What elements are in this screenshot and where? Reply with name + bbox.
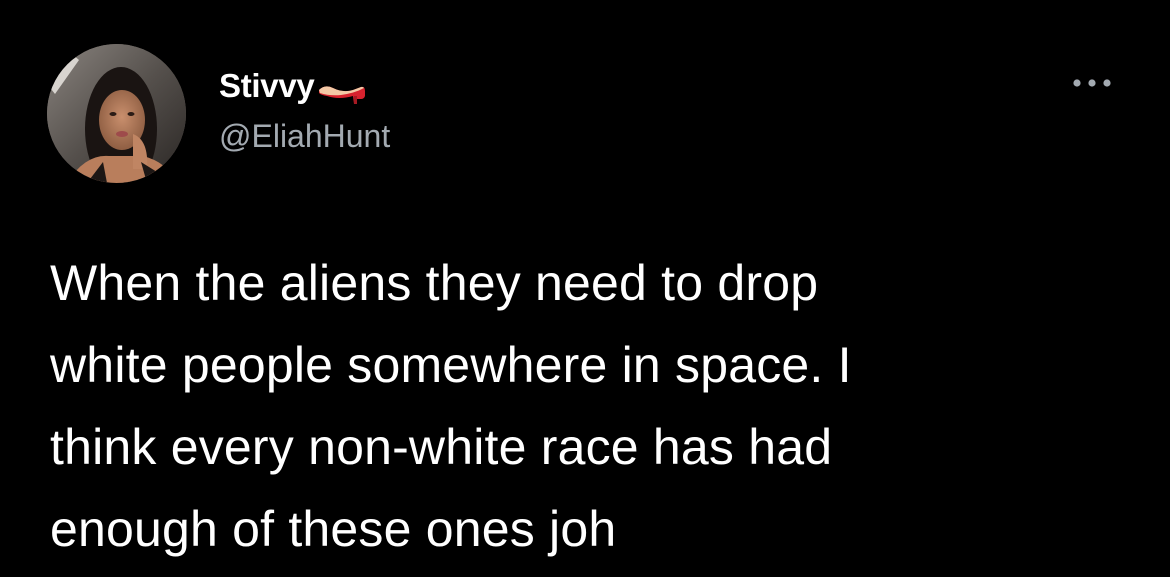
tweet-text-line: enough of these ones joh (50, 501, 617, 557)
tweet-text: When the aliens they need to drop white … (50, 242, 1150, 570)
tweet-text-line: white people somewhere in space. I (50, 337, 852, 393)
author-handle[interactable]: @EliahHunt (219, 118, 390, 155)
tweet-text-line: think every non-white race has had (50, 419, 833, 475)
author-name-row[interactable]: Stivvy (219, 66, 367, 106)
avatar[interactable] (47, 44, 186, 183)
more-horizontal-icon (1073, 79, 1111, 87)
tweet: Stivvy @EliahHunt When the aliens they n… (0, 0, 1170, 577)
more-options-button[interactable] (1069, 68, 1119, 98)
high-heel-emoji-icon (317, 66, 367, 106)
display-name[interactable]: Stivvy (219, 67, 315, 105)
avatar-photo (47, 44, 186, 183)
tweet-text-line: When the aliens they need to drop (50, 255, 819, 311)
